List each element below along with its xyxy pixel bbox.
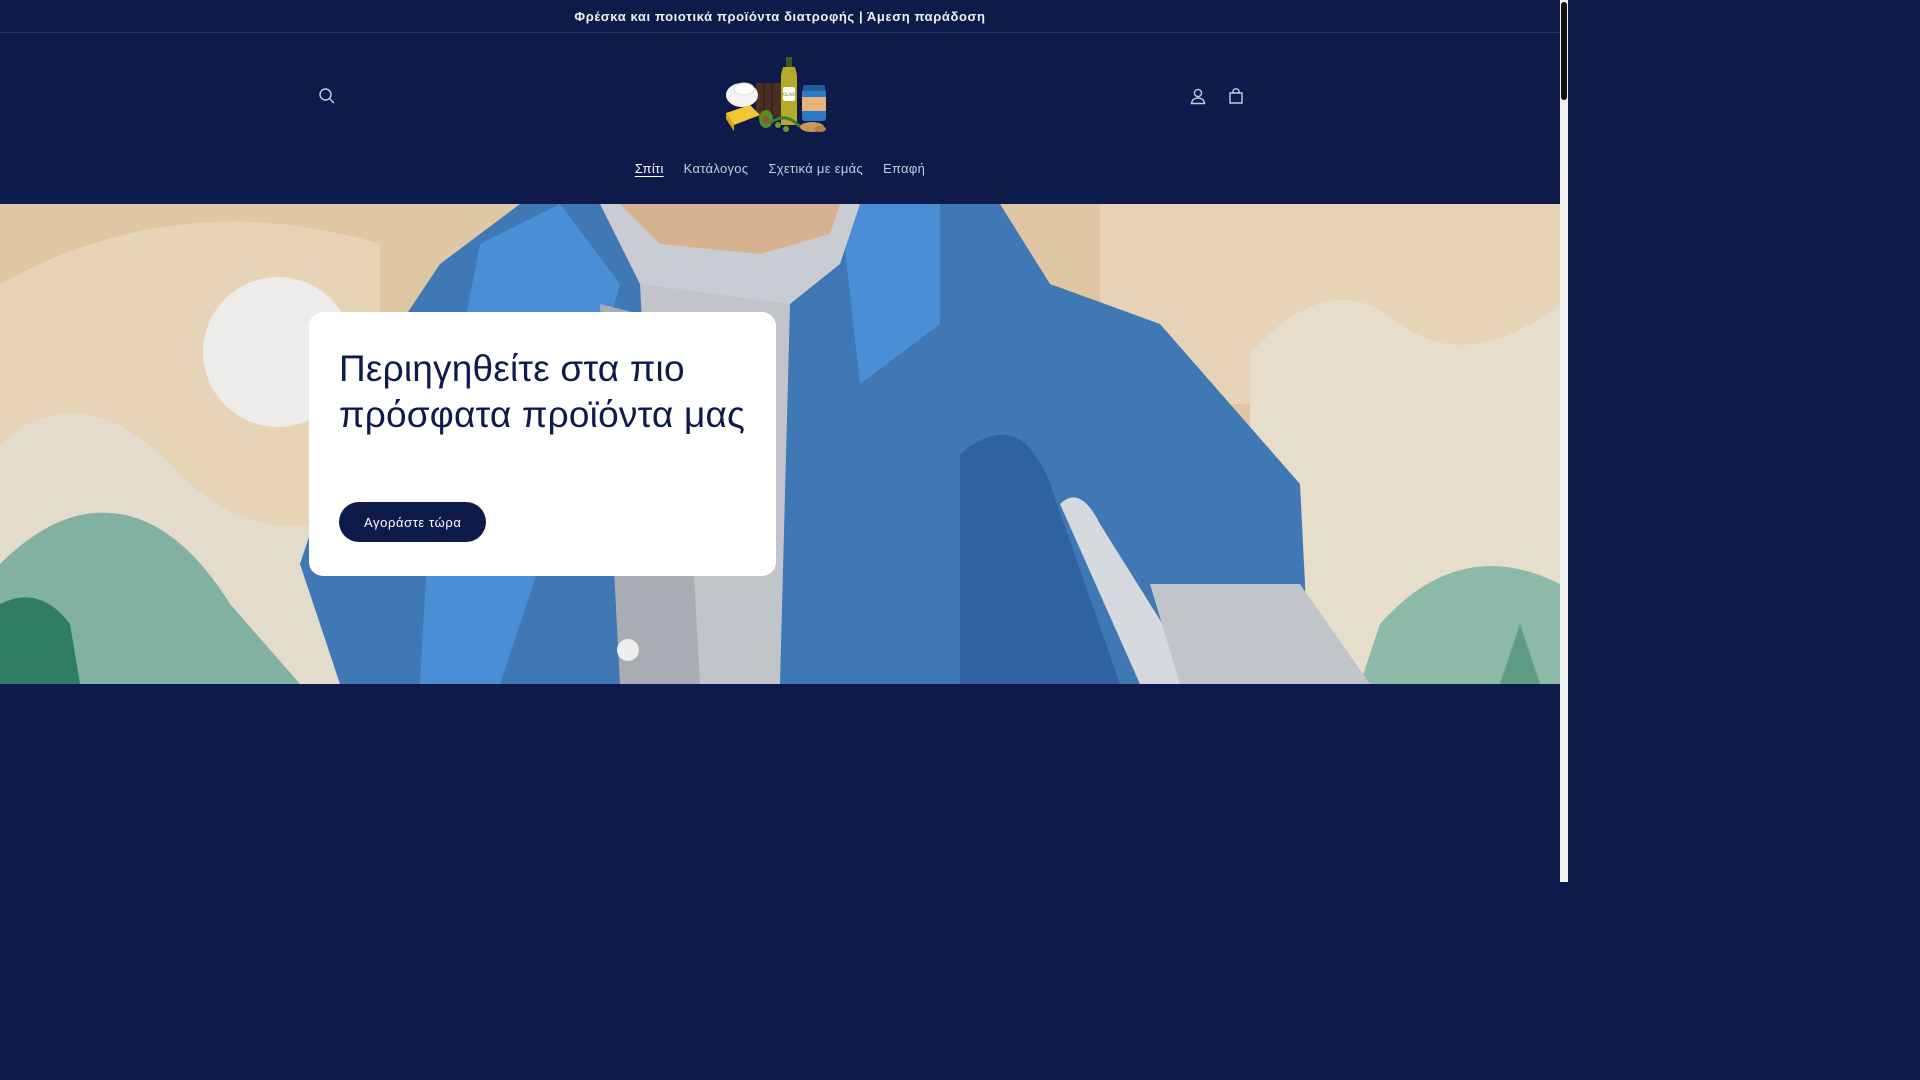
main-nav: Σπίτι Κατάλογος Σχετικά με εμάς Επαφή (0, 157, 1560, 180)
search-icon (319, 88, 335, 104)
svg-text:OLIVE: OLIVE (783, 92, 795, 97)
cart-button[interactable] (1218, 78, 1254, 114)
account-button[interactable] (1180, 78, 1216, 114)
hero-card: Περιηγηθείτε στα πιο πρόσφατα προϊόντα μ… (309, 312, 776, 576)
nav-item-home[interactable]: Σπίτι (625, 157, 674, 180)
page: Φρέσκα και ποιοτικά προϊόντα διατροφής |… (0, 0, 1568, 882)
announcement-bar: Φρέσκα και ποιοτικά προϊόντα διατροφής |… (0, 0, 1560, 33)
hero-illustration (0, 204, 1560, 684)
logo-image: OLIVE (726, 57, 826, 132)
hero-title: Περιηγηθείτε στα πιο πρόσφατα προϊόντα μ… (339, 348, 746, 435)
hero-banner: Περιηγηθείτε στα πιο πρόσφατα προϊόντα μ… (0, 204, 1560, 684)
nav-item-contact[interactable]: Επαφή (873, 157, 935, 180)
cart-icon (1229, 88, 1243, 104)
nav-item-about[interactable]: Σχετικά με εμάς (758, 157, 873, 180)
announcement-text: Φρέσκα και ποιοτικά προϊόντα διατροφής |… (574, 8, 986, 24)
user-icon (1190, 88, 1206, 105)
nav-item-catalog[interactable]: Κατάλογος (674, 157, 759, 180)
store-logo[interactable]: OLIVE (720, 53, 840, 137)
search-button[interactable] (309, 78, 345, 114)
scrollbar-track[interactable] (1560, 0, 1568, 882)
site-header: OLIVE Σπίτι Κατάλογος Σχετικά με εμάς Επ… (0, 33, 1560, 204)
scrollbar-thumb[interactable] (1561, 2, 1567, 100)
shop-now-button[interactable]: Αγοράστε τώρα (339, 502, 487, 542)
